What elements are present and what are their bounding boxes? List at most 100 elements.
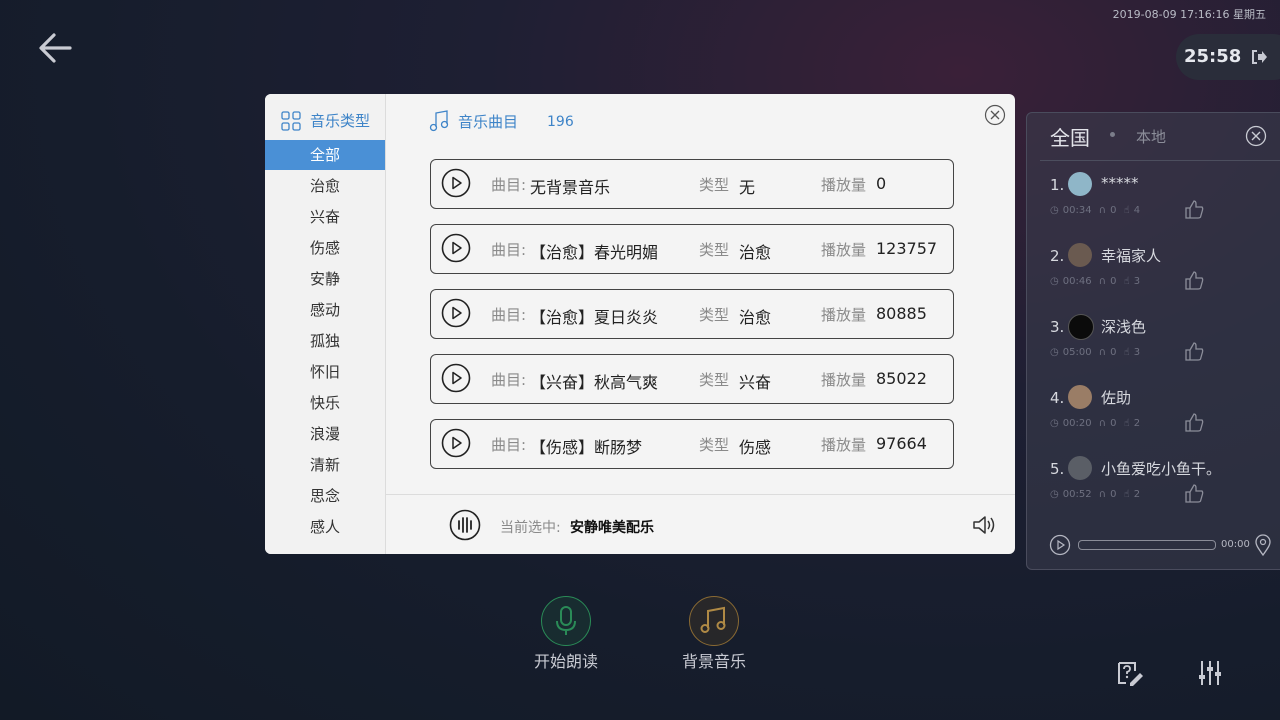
song-plays: 123757 (876, 239, 938, 258)
microphone-icon (556, 606, 576, 635)
category-item[interactable]: 感人 (265, 512, 385, 542)
ranking-item[interactable]: 2. 幸福家人 ◷ 00:46 ∩ 0 ☝ 3 (1050, 243, 1280, 303)
play-icon[interactable] (441, 168, 471, 198)
category-item[interactable]: 思念 (265, 481, 385, 511)
thumb-up-icon[interactable] (1183, 269, 1205, 291)
duration: 00:34 (1062, 205, 1092, 216)
background-music-button[interactable]: 背景音乐 (682, 594, 747, 671)
like-count: 3 (1133, 276, 1141, 287)
song-row[interactable]: 曲目: 【治愈】夏日炎炎 类型 治愈 播放量 80885 (430, 289, 954, 339)
category-item[interactable]: 安静 (265, 264, 385, 294)
song-row[interactable]: 曲目: 【兴奋】秋高气爽 类型 兴奋 播放量 85022 (430, 354, 954, 404)
category-item[interactable]: 治愈 (265, 171, 385, 201)
clock-icon: ◷ (1050, 418, 1059, 429)
edit-help-icon[interactable] (1116, 659, 1144, 687)
tab-local[interactable]: 本地 (1136, 126, 1166, 147)
start-reading-button[interactable]: 开始朗读 (534, 594, 599, 671)
thumb-up-icon[interactable] (1183, 411, 1205, 433)
song-row[interactable]: 曲目: 无背景音乐 类型 无 播放量 0 (430, 159, 954, 209)
type-label: 类型 (699, 306, 730, 324)
clock-icon: ◷ (1050, 276, 1059, 287)
thumb-up-icon[interactable] (1183, 482, 1205, 504)
start-reading-label: 开始朗读 (534, 652, 599, 671)
songs-title: 音乐曲目 (458, 112, 519, 131)
songs-header: 音乐曲目 (429, 110, 518, 132)
listen-count: 0 (1110, 205, 1117, 216)
thumb-up-icon[interactable] (1183, 340, 1205, 362)
like-count-icon: ☝ (1120, 347, 1130, 358)
song-row[interactable]: 曲目: 【伤感】断肠梦 类型 伤感 播放量 97664 (430, 419, 954, 469)
progress-bar[interactable] (1078, 540, 1216, 550)
music-selection-dialog: 音乐类型 全部 治愈 兴奋 伤感 安静 感动 孤独 怀旧 快乐 浪漫 清新 思念… (265, 94, 1015, 554)
rank-number: 1. (1050, 176, 1065, 194)
type-label: 类型 (699, 176, 730, 194)
ranking-item[interactable]: 5. 小鱼爱吃小鱼干。 ◷ 00:52 ∩ 0 ☝ 2 (1050, 456, 1280, 516)
like-count: 4 (1133, 205, 1141, 216)
like-count-icon: ☝ (1120, 276, 1130, 287)
item-meta: ◷ 05:00 ∩ 0 ☝ 3 (1050, 347, 1140, 358)
play-icon[interactable] (441, 428, 471, 458)
song-title: 【治愈】夏日炎炎 (530, 308, 659, 327)
like-count: 2 (1133, 489, 1141, 500)
play-icon[interactable] (441, 363, 471, 393)
ranking-item[interactable]: 3. 深浅色 ◷ 05:00 ∩ 0 ☝ 3 (1050, 314, 1280, 374)
close-icon[interactable] (1245, 125, 1267, 147)
songs-count: 196 (547, 114, 574, 130)
like-count-icon: ☝ (1120, 489, 1130, 500)
close-icon[interactable] (984, 104, 1006, 126)
category-item[interactable]: 伤感 (265, 233, 385, 263)
song-plays: 85022 (876, 369, 927, 388)
back-arrow-icon[interactable] (36, 30, 76, 66)
category-item[interactable]: 感动 (265, 295, 385, 325)
ranking-item[interactable]: 4. 佐助 ◷ 00:20 ∩ 0 ☝ 2 (1050, 385, 1280, 445)
music-note-icon (429, 110, 449, 132)
user-name: 深浅色 (1101, 318, 1147, 336)
play-icon[interactable] (441, 298, 471, 328)
category-item[interactable]: 浪漫 (265, 419, 385, 449)
song-plays: 80885 (876, 304, 927, 323)
audio-wave-icon[interactable] (449, 509, 481, 541)
current-selection-label: 当前选中: (500, 520, 561, 536)
grid-icon (281, 110, 301, 131)
listen-count: 0 (1110, 418, 1117, 429)
like-count: 3 (1133, 347, 1141, 358)
music-icon-container (689, 596, 739, 646)
tab-national[interactable]: 全国 (1050, 122, 1090, 151)
listen-count: 0 (1110, 276, 1117, 287)
category-item[interactable]: 兴奋 (265, 202, 385, 232)
background-music-label: 背景音乐 (682, 652, 747, 671)
category-item[interactable]: 清新 (265, 450, 385, 480)
item-meta: ◷ 00:34 ∩ 0 ☝ 4 (1050, 205, 1140, 216)
play-icon[interactable] (1049, 534, 1071, 556)
song-title: 【治愈】春光明媚 (530, 243, 659, 262)
rank-number: 3. (1050, 318, 1065, 336)
avatar (1068, 243, 1092, 267)
ranking-divider (1040, 160, 1280, 161)
duration: 05:00 (1062, 347, 1092, 358)
song-row[interactable]: 曲目: 【治愈】春光明媚 类型 治愈 播放量 123757 (430, 224, 954, 274)
song-plays: 97664 (876, 434, 927, 453)
ranking-item[interactable]: 1. ***** ◷ 00:34 ∩ 0 ☝ 4 (1050, 172, 1280, 232)
clock-icon: ◷ (1050, 205, 1059, 216)
play-icon[interactable] (441, 233, 471, 263)
datetime: 2019-08-09 17:16:16 星期五 (1112, 8, 1266, 21)
category-item[interactable]: 快乐 (265, 388, 385, 418)
category-item-all[interactable]: 全部 (265, 140, 385, 170)
equalizer-icon[interactable] (1198, 659, 1222, 687)
headphone-icon: ∩ (1095, 418, 1107, 429)
sidebar-title-label: 音乐类型 (310, 112, 371, 130)
exit-icon[interactable] (1250, 48, 1268, 66)
thumb-up-icon[interactable] (1183, 198, 1205, 220)
duration: 00:52 (1062, 489, 1092, 500)
location-pin-icon[interactable] (1254, 534, 1272, 556)
category-item[interactable]: 怀旧 (265, 357, 385, 387)
volume-icon[interactable] (971, 513, 997, 537)
listen-count: 0 (1110, 489, 1117, 500)
user-name: 小鱼爱吃小鱼干。 (1101, 460, 1222, 478)
category-item[interactable]: 孤独 (265, 326, 385, 356)
rank-number: 2. (1050, 247, 1065, 265)
timer: 25:58 (1184, 46, 1242, 67)
song-type: 治愈 (739, 243, 772, 262)
microphone-icon-container (541, 596, 591, 646)
song-type: 兴奋 (739, 373, 772, 392)
